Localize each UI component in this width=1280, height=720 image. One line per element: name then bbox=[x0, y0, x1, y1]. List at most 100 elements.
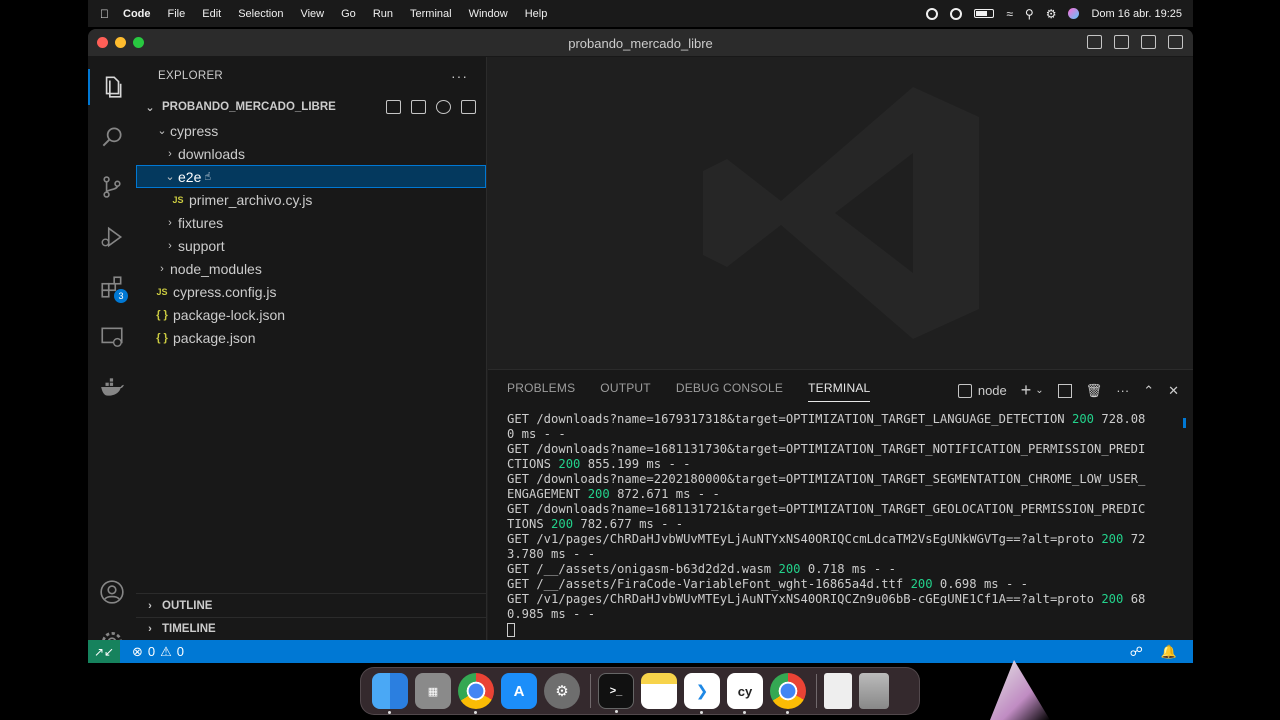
tree-folder-cypress[interactable]: ⌄ cypress bbox=[136, 119, 486, 142]
toggle-secondary-sidebar-icon[interactable] bbox=[1141, 35, 1156, 49]
new-terminal-icon[interactable]: + bbox=[1021, 380, 1032, 401]
activity-extensions[interactable]: 3 bbox=[88, 263, 136, 311]
apple-menu-icon[interactable]:  bbox=[100, 7, 109, 21]
minimize-window-button[interactable] bbox=[115, 37, 126, 48]
tree-file-primer-archivo[interactable]: JS primer_archivo.cy.js bbox=[136, 188, 486, 211]
menu-run[interactable]: Run bbox=[373, 8, 393, 20]
finder-icon[interactable] bbox=[372, 673, 408, 714]
new-file-icon[interactable] bbox=[386, 100, 401, 114]
docker-icon bbox=[101, 378, 124, 396]
tab-terminal[interactable]: TERMINAL bbox=[808, 381, 871, 402]
activity-explorer[interactable] bbox=[88, 63, 136, 111]
notes-icon[interactable] bbox=[641, 673, 677, 709]
remote-indicator-icon[interactable]: ↗↙ bbox=[88, 640, 120, 663]
tree-file-package-lock[interactable]: { } package-lock.json bbox=[136, 303, 486, 326]
activity-search[interactable] bbox=[88, 113, 136, 161]
tree-folder-support[interactable]: › support bbox=[136, 234, 486, 257]
wifi-icon[interactable]: ≈ bbox=[1006, 7, 1013, 21]
macos-dock: ▦ A ⚙ >_ ❯ cy bbox=[360, 667, 920, 715]
menu-selection[interactable]: Selection bbox=[238, 8, 283, 20]
more-actions-icon[interactable]: ··· bbox=[1116, 383, 1129, 398]
customize-layout-icon[interactable] bbox=[1168, 35, 1183, 49]
trash-icon[interactable]: 🗑 bbox=[1086, 383, 1103, 399]
status-code: 200 bbox=[1101, 592, 1124, 606]
menu-help[interactable]: Help bbox=[525, 8, 548, 20]
terminal-line: GET /__/assets/FiraCode-VariableFont_wgh… bbox=[507, 577, 1149, 592]
menu-window[interactable]: Window bbox=[469, 8, 508, 20]
menu-terminal[interactable]: Terminal bbox=[410, 8, 452, 20]
spotlight-search-icon[interactable]: ⚲ bbox=[1025, 7, 1034, 21]
explorer-sidebar: EXPLORER ··· ⌄ PROBANDO_MERCADO_LIBRE ⌄ … bbox=[136, 57, 487, 640]
battery-icon[interactable] bbox=[974, 9, 995, 18]
status-code: 200 bbox=[551, 517, 574, 531]
chrome-icon[interactable] bbox=[770, 673, 806, 714]
vscode-icon[interactable]: ❯ bbox=[684, 673, 720, 714]
terminal-output[interactable]: GET /downloads?name=1679317318&target=OP… bbox=[488, 406, 1168, 637]
problems-status[interactable]: ⊗ 0 ⚠ 0 bbox=[132, 644, 184, 660]
tab-problems[interactable]: PROBLEMS bbox=[507, 381, 575, 395]
activity-run-debug[interactable] bbox=[88, 213, 136, 261]
tree-folder-fixtures[interactable]: › fixtures bbox=[136, 211, 486, 234]
remote-explorer-icon bbox=[101, 327, 123, 347]
grammarly-icon[interactable] bbox=[950, 7, 963, 20]
menu-view[interactable]: View bbox=[300, 8, 324, 20]
zoom-window-button[interactable] bbox=[133, 37, 144, 48]
maximize-panel-icon[interactable]: ⌃ bbox=[1143, 383, 1154, 399]
app-store-icon[interactable]: A bbox=[501, 673, 537, 709]
siri-icon[interactable] bbox=[1068, 8, 1080, 19]
editor-area[interactable] bbox=[488, 57, 1193, 369]
collapse-folders-icon[interactable] bbox=[461, 100, 476, 114]
tree-file-cypress-config[interactable]: JS cypress.config.js bbox=[136, 280, 486, 303]
notifications-bell-icon[interactable]: 🔔 bbox=[1161, 644, 1177, 660]
terminal-selector[interactable]: node bbox=[957, 383, 1007, 399]
javascript-file-icon: JS bbox=[156, 286, 168, 297]
layout-controls bbox=[1087, 35, 1183, 49]
workspace-root-header[interactable]: ⌄ PROBANDO_MERCADO_LIBRE bbox=[136, 95, 486, 119]
status-code: 200 bbox=[1072, 412, 1095, 426]
menu-edit[interactable]: Edit bbox=[202, 8, 221, 20]
search-icon bbox=[102, 127, 122, 147]
menu-app-name[interactable]: Code bbox=[123, 8, 151, 20]
chevron-down-icon[interactable]: ⌄ bbox=[1035, 385, 1043, 396]
chevron-right-icon: › bbox=[148, 623, 152, 635]
tree-file-package-json[interactable]: { } package.json bbox=[136, 326, 486, 349]
chevron-right-icon: › bbox=[160, 262, 164, 275]
chrome-icon[interactable] bbox=[458, 673, 494, 714]
record-icon[interactable] bbox=[926, 7, 939, 20]
system-settings-icon[interactable]: ⚙ bbox=[544, 673, 580, 709]
split-terminal-icon[interactable] bbox=[1057, 383, 1072, 398]
activity-docker[interactable] bbox=[88, 363, 136, 411]
refresh-explorer-icon[interactable] bbox=[436, 100, 451, 114]
files-icon bbox=[105, 76, 122, 98]
running-indicator bbox=[388, 711, 391, 714]
launchpad-icon[interactable]: ▦ bbox=[415, 673, 451, 709]
explorer-more-actions-icon[interactable]: ··· bbox=[451, 68, 468, 84]
new-folder-icon[interactable] bbox=[411, 100, 426, 114]
tab-debug-console[interactable]: DEBUG CONSOLE bbox=[676, 381, 783, 395]
close-window-button[interactable] bbox=[97, 37, 108, 48]
tree-folder-downloads[interactable]: › downloads bbox=[136, 142, 486, 165]
toggle-primary-sidebar-icon[interactable] bbox=[1087, 35, 1102, 49]
menu-file[interactable]: File bbox=[168, 8, 186, 20]
close-panel-icon[interactable]: ✕ bbox=[1168, 383, 1179, 399]
javascript-file-icon: JS bbox=[172, 194, 184, 205]
tree-folder-node-modules[interactable]: › node_modules bbox=[136, 257, 486, 280]
activity-remote-explorer[interactable] bbox=[88, 313, 136, 361]
pdf-document-icon[interactable] bbox=[824, 673, 852, 709]
trash-icon[interactable] bbox=[859, 673, 889, 709]
activity-source-control[interactable] bbox=[88, 163, 136, 211]
timeline-section-header[interactable]: › TIMELINE bbox=[136, 617, 486, 640]
live-share-icon[interactable]: ☍ bbox=[1130, 644, 1143, 660]
tab-output[interactable]: OUTPUT bbox=[600, 381, 651, 395]
tree-folder-e2e[interactable]: ⌄ e2e ☝ bbox=[136, 165, 486, 188]
menu-go[interactable]: Go bbox=[341, 8, 356, 20]
warning-count: 0 bbox=[176, 644, 185, 659]
menubar-datetime[interactable]: Dom 16 abr. 19:25 bbox=[1091, 8, 1182, 20]
activity-accounts[interactable] bbox=[88, 568, 136, 616]
error-count: 0 bbox=[147, 644, 156, 659]
cypress-icon[interactable]: cy bbox=[727, 673, 763, 714]
control-center-icon[interactable]: ⚙ bbox=[1046, 7, 1057, 21]
terminal-app-icon[interactable]: >_ bbox=[598, 673, 634, 713]
outline-section-header[interactable]: › OUTLINE bbox=[136, 594, 486, 617]
toggle-panel-icon[interactable] bbox=[1114, 35, 1129, 49]
